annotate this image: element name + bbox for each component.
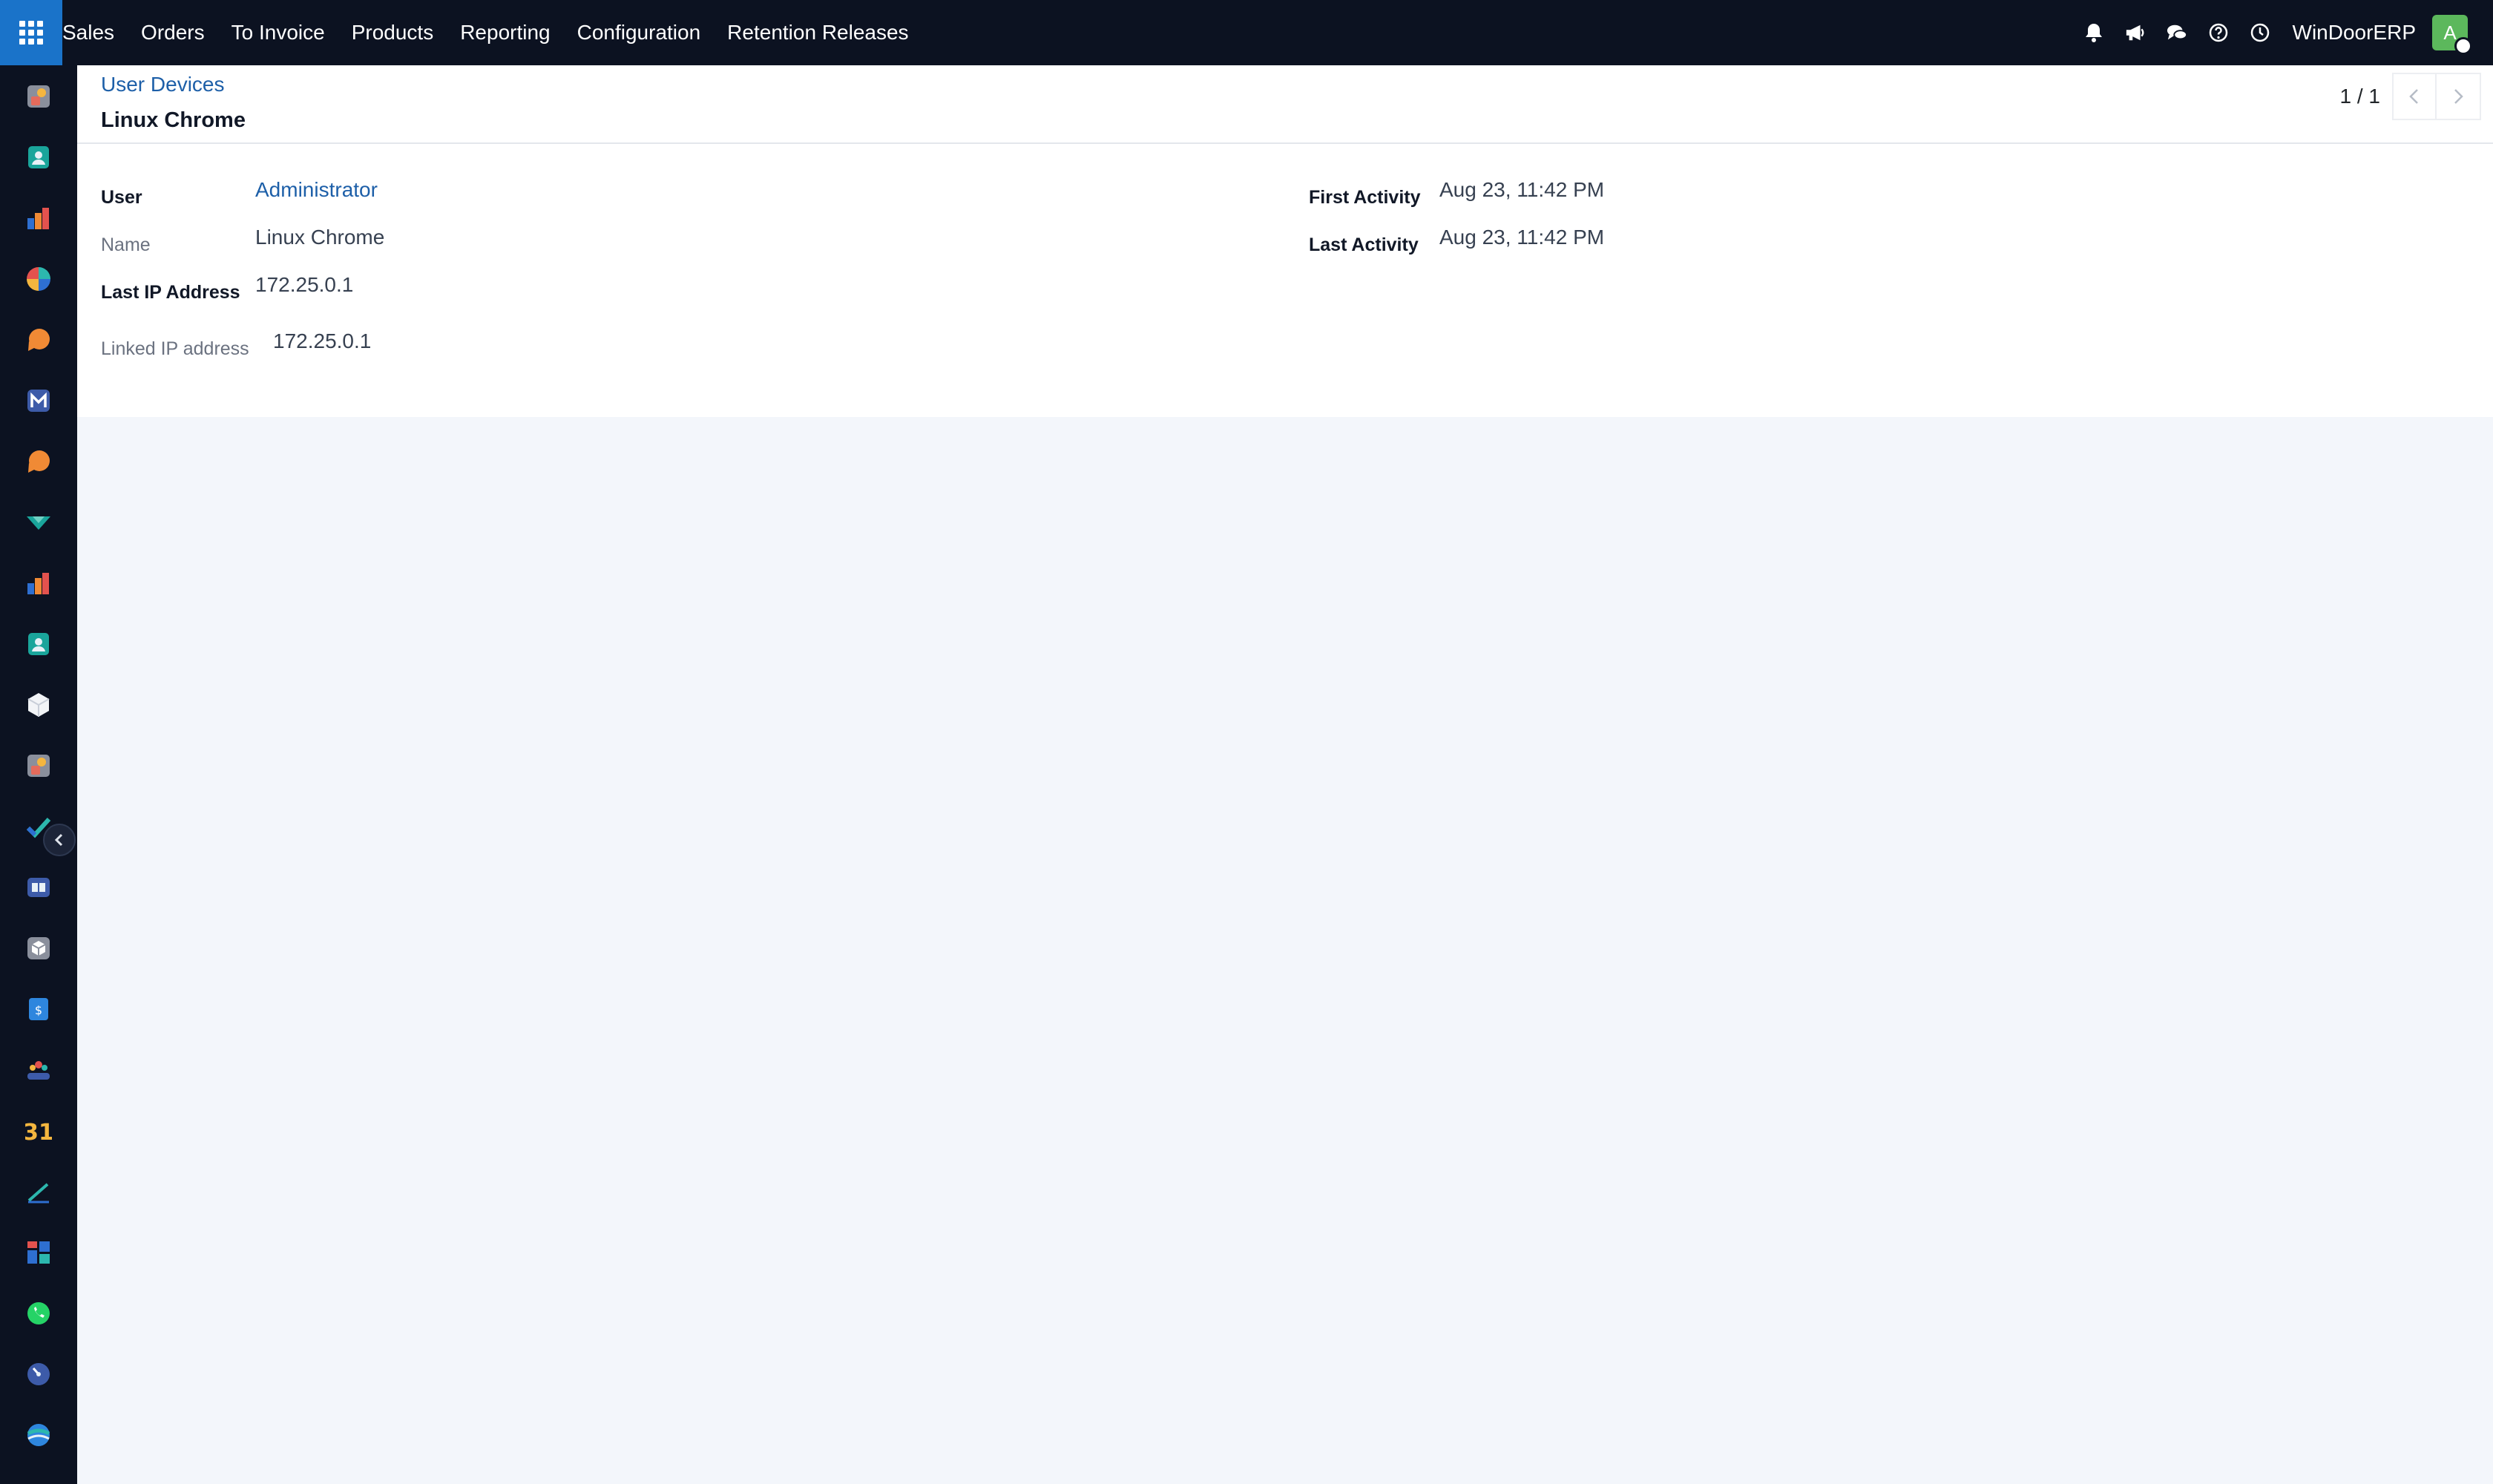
form-sheet: User Administrator Name Linux Chrome Las… (77, 144, 2493, 417)
pager-next-button[interactable] (2437, 73, 2481, 120)
user-label: User (101, 187, 142, 208)
team-app-icon[interactable] (25, 1057, 52, 1083)
first-activity-label: First Activity (1309, 187, 1421, 208)
manufacturing-app-icon[interactable] (25, 935, 52, 962)
content-background (77, 417, 2493, 1484)
inventory-app-icon[interactable] (25, 692, 52, 718)
sales-app-icon-2[interactable] (25, 752, 52, 779)
website-app-icon[interactable] (25, 1422, 52, 1448)
menu-sales[interactable]: Sales (62, 0, 128, 65)
last-activity-field[interactable]: Aug 23, 11:42 PM (1439, 226, 1604, 249)
project-app-icon[interactable] (25, 509, 52, 536)
menu-configuration[interactable]: Configuration (564, 0, 715, 65)
first-activity-field[interactable]: Aug 23, 11:42 PM (1439, 178, 1604, 202)
user-field[interactable]: Administrator (255, 178, 378, 202)
megaphone-icon[interactable] (2125, 22, 2146, 43)
main-menu: Sales Orders To Invoice Products Reporti… (62, 0, 922, 65)
sign-app-icon[interactable] (25, 1178, 52, 1205)
pager-previous-button[interactable] (2392, 73, 2437, 120)
crm-reporting-app-icon[interactable] (25, 570, 52, 597)
avatar-initial: A (2443, 21, 2457, 44)
name-label: Name (101, 234, 151, 255)
sales-app-icon[interactable] (25, 83, 52, 110)
menu-to-invoice[interactable]: To Invoice (218, 0, 338, 65)
spreadsheet-app-icon[interactable] (25, 1239, 52, 1266)
help-icon[interactable] (2208, 22, 2229, 43)
clock-icon[interactable] (2250, 22, 2270, 43)
presence-status-icon (2454, 37, 2472, 55)
reporting-app-icon[interactable] (25, 205, 52, 232)
menu-orders[interactable]: Orders (128, 0, 218, 65)
dashboard-app-icon[interactable] (25, 266, 52, 292)
svg-text:$: $ (35, 1003, 42, 1017)
last-ip-field[interactable]: 172.25.0.1 (255, 273, 353, 297)
control-panel: User Devices Linux Chrome 1 / 1 (77, 65, 2493, 144)
top-navbar: Sales Orders To Invoice Products Reporti… (0, 0, 2493, 65)
systray: WinDoorERP A (2073, 0, 2493, 65)
app-sidebar: $ 31 (0, 65, 77, 1484)
svg-text:31: 31 (25, 1120, 52, 1144)
pager: 1 / 1 (2340, 73, 2481, 120)
chevron-right-icon (2454, 89, 2463, 104)
company-switcher[interactable]: WinDoorERP (2293, 21, 2416, 45)
bell-icon[interactable] (2083, 22, 2104, 43)
name-field[interactable]: Linux Chrome (255, 226, 384, 249)
pager-value[interactable]: 1 / 1 (2340, 85, 2380, 108)
last-activity-label: Last Activity (1309, 234, 1419, 255)
timesheet-app-icon[interactable] (25, 1361, 52, 1388)
employees-app-icon[interactable] (25, 631, 52, 657)
app-menu-button[interactable] (0, 0, 62, 65)
menu-products[interactable]: Products (338, 0, 447, 65)
contacts-app-icon[interactable] (25, 144, 52, 171)
knowledge-app-icon[interactable] (25, 874, 52, 901)
menu-reporting[interactable]: Reporting (447, 0, 563, 65)
grid-icon (19, 21, 43, 45)
user-avatar[interactable]: A (2432, 15, 2472, 55)
chevron-left-icon (54, 833, 63, 847)
linked-ip-field[interactable]: 172.25.0.1 (273, 329, 371, 353)
sidebar-collapse-button[interactable] (43, 824, 76, 856)
breadcrumb-user-devices[interactable]: User Devices (101, 73, 224, 96)
chat-icon[interactable] (2167, 22, 2187, 43)
chevron-left-icon (2409, 89, 2418, 104)
calendar-app-icon[interactable]: 31 (25, 1117, 52, 1144)
livechat-app-icon[interactable] (25, 448, 52, 475)
discuss-app-icon[interactable] (25, 326, 52, 353)
menu-retention-releases[interactable]: Retention Releases (714, 0, 922, 65)
linked-ip-label: Linked IP address (101, 338, 249, 359)
last-ip-label: Last IP Address (101, 282, 240, 303)
invoicing-app-icon[interactable]: $ (25, 996, 52, 1022)
whatsapp-app-icon[interactable] (25, 1300, 52, 1327)
email-marketing-app-icon[interactable] (25, 387, 52, 414)
page-title: Linux Chrome (101, 108, 246, 132)
